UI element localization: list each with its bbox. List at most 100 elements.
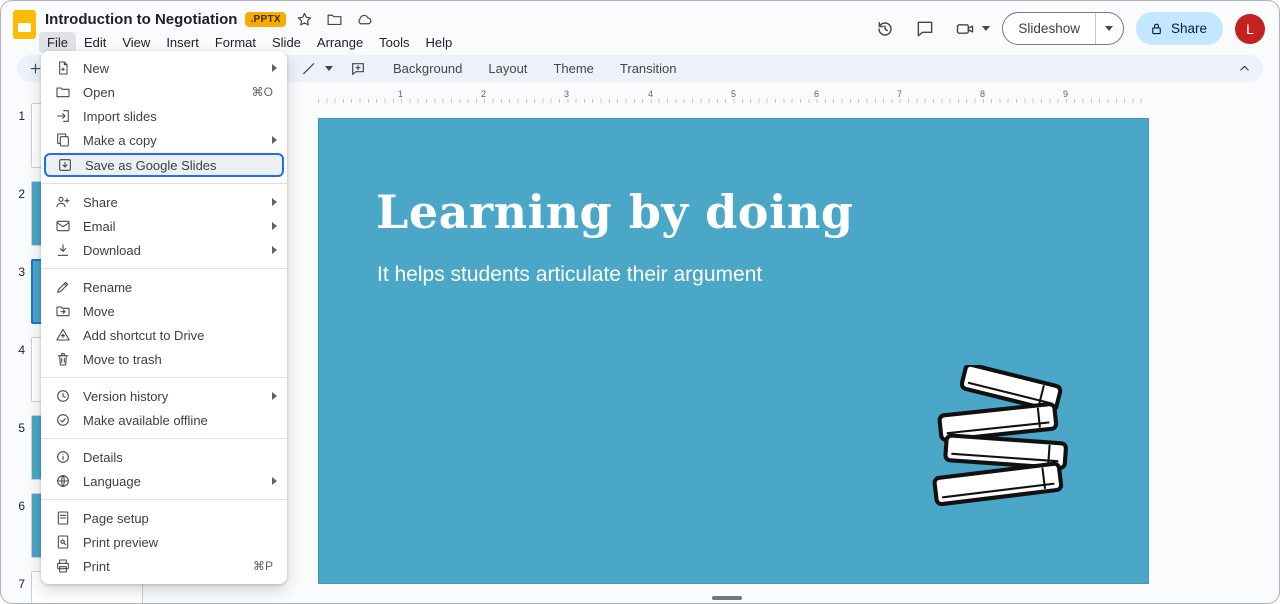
menu-item-page-setup[interactable]: Page setup bbox=[41, 506, 287, 530]
history-clock-icon bbox=[55, 388, 71, 404]
ruler-number: 3 bbox=[561, 89, 572, 99]
menu-bar: File Edit View Insert Format Slide Arran… bbox=[39, 32, 460, 53]
ruler-number: 5 bbox=[728, 89, 739, 99]
menu-file[interactable]: File bbox=[39, 32, 76, 53]
menu-item-make-a-copy[interactable]: Make a copy bbox=[41, 128, 287, 152]
menu-help[interactable]: Help bbox=[418, 32, 461, 53]
menu-item-label: Page setup bbox=[83, 511, 277, 526]
menu-item-language[interactable]: Language bbox=[41, 469, 287, 493]
cloud-status-icon[interactable] bbox=[354, 8, 376, 30]
menu-item-move[interactable]: Move bbox=[41, 299, 287, 323]
menu-insert[interactable]: Insert bbox=[158, 32, 207, 53]
menu-item-share[interactable]: Share bbox=[41, 190, 287, 214]
menu-divider bbox=[41, 499, 287, 500]
menu-format[interactable]: Format bbox=[207, 32, 264, 53]
slide-number: 1 bbox=[9, 103, 31, 168]
app-window: Introduction to Negotiation .PPTX File E… bbox=[0, 0, 1280, 604]
meet-caret-icon bbox=[982, 26, 990, 31]
menu-item-label: Share bbox=[83, 195, 266, 210]
slides-logo-icon[interactable] bbox=[13, 10, 36, 39]
menu-item-move-to-trash[interactable]: Move to trash bbox=[41, 347, 287, 371]
menu-item-label: Make a copy bbox=[83, 133, 266, 148]
ruler-number: 1 bbox=[395, 89, 406, 99]
pptx-badge: .PPTX bbox=[245, 12, 285, 27]
slide-number: 7 bbox=[9, 571, 31, 604]
stacked-books-image[interactable] bbox=[917, 365, 1082, 527]
menu-item-label: Add shortcut to Drive bbox=[83, 328, 277, 343]
menu-item-download[interactable]: Download bbox=[41, 238, 287, 262]
menu-item-label: Move bbox=[83, 304, 277, 319]
toolbar-visible-group: Background Layout Theme Transition bbox=[297, 55, 688, 82]
menu-item-print-preview[interactable]: Print preview bbox=[41, 530, 287, 554]
caret-down-icon bbox=[1105, 26, 1113, 31]
menu-divider bbox=[41, 268, 287, 269]
slide-canvas[interactable]: Learning by doing It helps students arti… bbox=[318, 118, 1149, 584]
offline-check-icon bbox=[55, 412, 71, 428]
submenu-arrow-icon bbox=[272, 222, 277, 230]
move-to-folder-icon[interactable] bbox=[324, 8, 346, 30]
menu-item-rename[interactable]: Rename bbox=[41, 275, 287, 299]
menu-item-make-available-offline[interactable]: Make available offline bbox=[41, 408, 287, 432]
layout-button[interactable]: Layout bbox=[477, 58, 538, 79]
file-menu: New Open⌘O Import slides Make a copy Sav… bbox=[41, 51, 287, 584]
ruler-number: 2 bbox=[478, 89, 489, 99]
menu-item-details[interactable]: Details bbox=[41, 445, 287, 469]
insert-comment-icon[interactable] bbox=[346, 57, 370, 81]
video-camera-icon bbox=[951, 15, 979, 43]
meet-button[interactable] bbox=[951, 15, 990, 43]
version-history-icon[interactable] bbox=[871, 15, 899, 43]
trash-icon bbox=[55, 351, 71, 367]
globe-icon bbox=[55, 473, 71, 489]
info-icon bbox=[55, 449, 71, 465]
slide-subtitle[interactable]: It helps students articulate their argum… bbox=[377, 263, 762, 287]
ruler-number: 8 bbox=[977, 89, 988, 99]
menu-slide[interactable]: Slide bbox=[264, 32, 309, 53]
submenu-arrow-icon bbox=[272, 136, 277, 144]
slideshow-options-button[interactable] bbox=[1095, 13, 1123, 44]
user-avatar[interactable]: L bbox=[1235, 14, 1265, 44]
document-title[interactable]: Introduction to Negotiation bbox=[45, 11, 237, 28]
line-tool-icon[interactable] bbox=[297, 57, 321, 81]
menu-item-add-shortcut-to-drive[interactable]: Add shortcut to Drive bbox=[41, 323, 287, 347]
horizontal-scrollbar-handle[interactable] bbox=[712, 596, 742, 600]
menu-divider bbox=[41, 377, 287, 378]
transition-button[interactable]: Transition bbox=[609, 58, 688, 79]
menu-view[interactable]: View bbox=[114, 32, 158, 53]
menu-item-label: Version history bbox=[83, 389, 266, 404]
print-preview-icon bbox=[55, 534, 71, 550]
menu-item-new[interactable]: New bbox=[41, 56, 287, 80]
menu-item-label: Save as Google Slides bbox=[85, 158, 275, 173]
menu-item-version-history[interactable]: Version history bbox=[41, 384, 287, 408]
ruler-number: 7 bbox=[894, 89, 905, 99]
menu-item-label: New bbox=[83, 61, 266, 76]
menu-tools[interactable]: Tools bbox=[371, 32, 417, 53]
collapse-toolbar-icon[interactable] bbox=[1234, 58, 1255, 79]
email-icon bbox=[55, 218, 71, 234]
share-button[interactable]: Share bbox=[1136, 12, 1223, 45]
menu-divider bbox=[41, 438, 287, 439]
menu-item-email[interactable]: Email bbox=[41, 214, 287, 238]
page-setup-icon bbox=[55, 510, 71, 526]
menu-edit[interactable]: Edit bbox=[76, 32, 114, 53]
background-button[interactable]: Background bbox=[382, 58, 473, 79]
drive-shortcut-icon bbox=[55, 327, 71, 343]
menu-arrange[interactable]: Arrange bbox=[309, 32, 371, 53]
slide-title[interactable]: Learning by doing bbox=[376, 185, 854, 239]
menu-item-save-as-google-slides[interactable]: Save as Google Slides bbox=[44, 153, 284, 177]
menu-item-label: Move to trash bbox=[83, 352, 277, 367]
copy-icon bbox=[55, 132, 71, 148]
theme-button[interactable]: Theme bbox=[542, 58, 604, 79]
slideshow-split-button: Slideshow bbox=[1002, 12, 1124, 45]
line-tool-caret-icon[interactable] bbox=[325, 66, 333, 71]
menu-item-shortcut: ⌘P bbox=[253, 559, 273, 573]
new-document-icon bbox=[55, 60, 71, 76]
star-icon[interactable] bbox=[294, 8, 316, 30]
slideshow-button[interactable]: Slideshow bbox=[1003, 13, 1095, 44]
submenu-arrow-icon bbox=[272, 64, 277, 72]
menu-item-open[interactable]: Open⌘O bbox=[41, 80, 287, 104]
menu-item-label: Language bbox=[83, 474, 266, 489]
menu-item-print[interactable]: Print⌘P bbox=[41, 554, 287, 578]
menu-item-import-slides[interactable]: Import slides bbox=[41, 104, 287, 128]
avatar-letter: L bbox=[1246, 21, 1254, 37]
comments-icon[interactable] bbox=[911, 15, 939, 43]
